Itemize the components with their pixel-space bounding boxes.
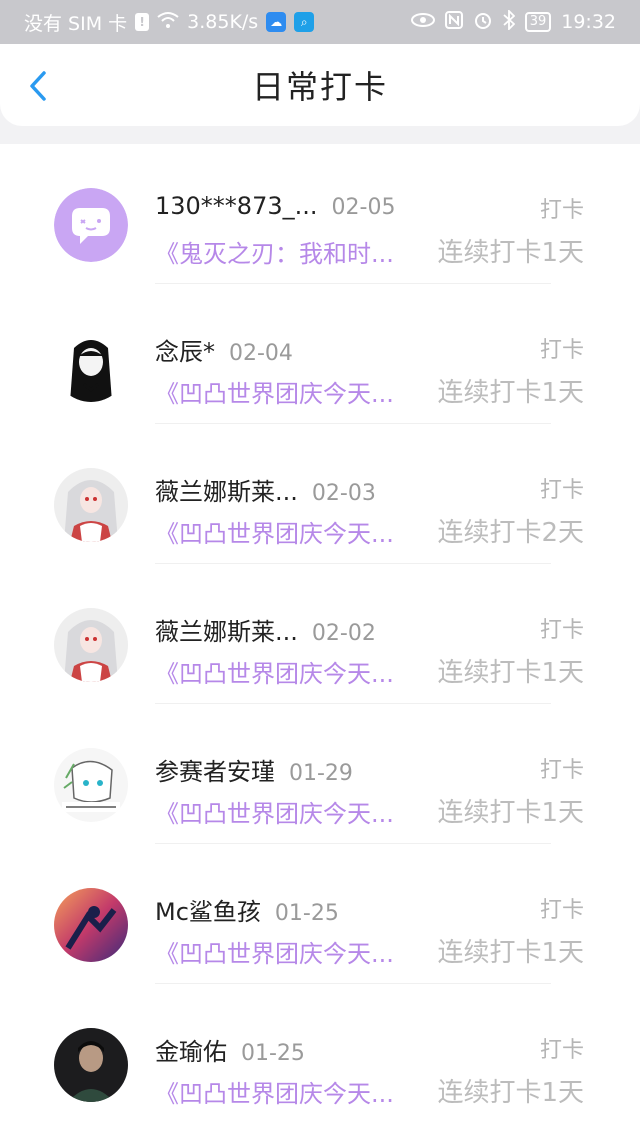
user-name-text[interactable]: 130***873_... (155, 192, 318, 220)
avatar[interactable] (54, 1028, 128, 1102)
topic-link[interactable]: 《凹凸世界团庆今天... (155, 374, 415, 409)
checkin-date: 01-25 (274, 901, 339, 926)
carrier-text: 没有 SIM 卡 (24, 12, 128, 35)
streak-text: 连续打卡1天 (437, 658, 584, 688)
checkin-action-label: 打卡 (539, 338, 584, 363)
checkin-date: 02-04 (229, 341, 293, 366)
avatar[interactable] (54, 608, 128, 682)
checkin-action-label: 打卡 (539, 1038, 584, 1063)
topic-link[interactable]: 《鬼灭之刃：我和时... (155, 234, 415, 269)
page-header: 日常打卡 (0, 44, 640, 126)
list-item[interactable]: 薇兰娜斯莱... 02-03 打卡 《凹凸世界团庆今天... 连续打卡2天 (0, 424, 640, 564)
list-item[interactable]: 薇兰娜斯莱... 02-02 打卡 《凹凸世界团庆今天... 连续打卡1天 (0, 564, 640, 704)
battery-icon: 39 (524, 12, 552, 32)
alarm-icon (473, 10, 493, 35)
nfc-icon (444, 10, 463, 34)
list-item[interactable]: 念辰* 02-04 打卡 《凹凸世界团庆今天... 连续打卡1天 (0, 284, 640, 424)
user-name-text[interactable]: 薇兰娜斯莱... (155, 618, 298, 646)
checkin-list: 130***873_... 02-05 打卡 《鬼灭之刃：我和时... 连续打卡1… (0, 144, 640, 1138)
topic-link[interactable]: 《凹凸世界团庆今天... (155, 1074, 415, 1109)
user-name-text[interactable]: Mc鲨鱼孩 (155, 898, 261, 926)
checkin-action-label: 打卡 (539, 758, 584, 783)
user-name-text[interactable]: 薇兰娜斯莱... (155, 478, 298, 506)
user-name[interactable]: 金瑜佑 01-25 (155, 1032, 305, 1067)
status-bar: 没有 SIM 卡 ! 3.85K/s ☁ ⌕ 39 19:32 (0, 0, 640, 44)
streak-text: 连续打卡1天 (437, 1078, 584, 1108)
user-name-text[interactable]: 参赛者安瑾 (155, 758, 275, 786)
user-name[interactable]: 薇兰娜斯莱... 02-02 (155, 612, 376, 647)
list-item[interactable]: 金瑜佑 01-25 打卡 《凹凸世界团庆今天... 连续打卡1天 (0, 984, 640, 1124)
streak-text: 连续打卡2天 (437, 518, 584, 548)
user-name-text[interactable]: 金瑜佑 (155, 1038, 227, 1066)
user-name[interactable]: 参赛者安瑾 01-29 (155, 752, 353, 787)
checkin-date: 02-02 (311, 621, 376, 646)
list-item[interactable]: 参赛者安瑾 01-29 打卡 《凹凸世界团庆今天... 连续打卡1天 (0, 704, 640, 844)
list-item[interactable]: Mc鲨鱼孩 01-25 打卡 《凹凸世界团庆今天... 连续打卡1天 (0, 844, 640, 984)
avatar[interactable] (54, 328, 128, 402)
streak-text: 连续打卡1天 (437, 798, 584, 828)
avatar[interactable] (54, 468, 128, 542)
checkin-date: 01-29 (289, 761, 353, 786)
user-name[interactable]: 130***873_... 02-05 (155, 192, 395, 220)
user-name[interactable]: 念辰* 02-04 (155, 332, 293, 367)
checkin-action-label: 打卡 (539, 898, 584, 923)
streak-text: 连续打卡1天 (437, 378, 584, 408)
cloud-icon: ☁ (266, 12, 287, 32)
avatar[interactable] (54, 748, 128, 822)
user-name[interactable]: 薇兰娜斯莱... 02-03 (155, 472, 376, 507)
network-speed: 3.85K/s (187, 11, 259, 33)
back-button[interactable] (20, 66, 56, 106)
checkin-action-label: 打卡 (539, 198, 584, 223)
user-name[interactable]: Mc鲨鱼孩 01-25 (155, 892, 339, 927)
wifi-icon (157, 11, 179, 34)
avatar[interactable] (54, 888, 128, 962)
alert-icon: ! (135, 13, 150, 31)
avatar[interactable] (54, 188, 128, 262)
page-title: 日常打卡 (251, 68, 388, 106)
checkin-date: 02-05 (331, 195, 396, 220)
user-name-text[interactable]: 念辰* (155, 338, 215, 366)
checkin-action-label: 打卡 (539, 618, 584, 643)
streak-text: 连续打卡1天 (437, 238, 584, 268)
topic-link[interactable]: 《凹凸世界团庆今天... (155, 654, 415, 689)
checkin-date: 02-03 (311, 481, 376, 506)
list-item[interactable]: 130***873_... 02-05 打卡 《鬼灭之刃：我和时... 连续打卡1… (0, 144, 640, 284)
bluetooth-icon (503, 8, 515, 35)
streak-text: 连续打卡1天 (437, 938, 584, 968)
chevron-left-icon (30, 71, 46, 101)
clock-time: 19:32 (561, 11, 616, 33)
checkin-action-label: 打卡 (539, 478, 584, 503)
checkin-date: 01-25 (241, 1041, 305, 1066)
search-app-icon: ⌕ (294, 12, 315, 32)
eye-icon (410, 11, 435, 33)
topic-link[interactable]: 《凹凸世界团庆今天... (155, 794, 415, 829)
topic-link[interactable]: 《凹凸世界团庆今天... (155, 514, 415, 549)
topic-link[interactable]: 《凹凸世界团庆今天... (155, 934, 415, 969)
